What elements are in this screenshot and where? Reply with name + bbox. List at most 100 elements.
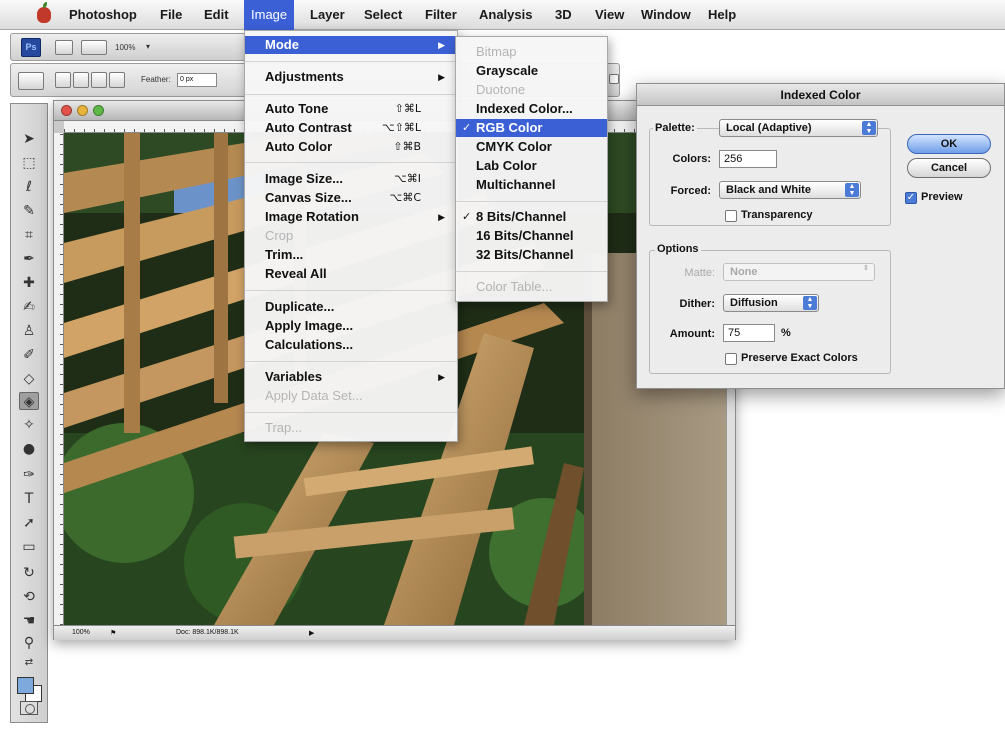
3d-orbit-tool-icon[interactable]: ⟲: [19, 588, 39, 606]
menu-item-16-bits[interactable]: 16 Bits/Channel: [456, 227, 607, 245]
amount-field[interactable]: 75: [723, 324, 775, 342]
menu-item-variables[interactable]: Variables ▶: [245, 368, 457, 386]
history-brush-tool-icon[interactable]: ✐: [19, 346, 39, 364]
eraser-tool-icon[interactable]: ◇: [19, 370, 39, 388]
view-extras-button[interactable]: [81, 40, 107, 55]
chevron-down-icon: ▾: [146, 42, 151, 51]
pen-tool-icon[interactable]: ✑: [19, 466, 39, 484]
subtract-selection-icon[interactable]: [91, 72, 107, 88]
swap-colors-icon[interactable]: ⇄: [19, 654, 39, 672]
menu-item-multichannel[interactable]: Multichannel: [456, 176, 607, 194]
transparency-checkbox[interactable]: [725, 210, 737, 222]
photoshop-logo-icon: Ps: [21, 38, 41, 57]
menu-item-auto-tone[interactable]: Auto Tone ⇧⌘L: [245, 100, 457, 118]
menu-item-mode[interactable]: Mode ▶: [245, 36, 457, 54]
menu-layer[interactable]: Layer: [303, 0, 352, 30]
menu-item-trim[interactable]: Trim...: [245, 246, 457, 264]
eyedropper-tool-icon[interactable]: ✒: [19, 250, 39, 268]
gradient-tool-icon[interactable]: ◈: [19, 392, 39, 410]
blur-tool-icon[interactable]: ✧: [19, 416, 39, 434]
3d-rotate-tool-icon[interactable]: ↻: [19, 564, 39, 582]
menu-item-image-size[interactable]: Image Size... ⌥⌘I: [245, 170, 457, 188]
menu-item-32-bits[interactable]: 32 Bits/Channel: [456, 246, 607, 264]
status-menu-arrow-icon[interactable]: ▶: [309, 629, 314, 637]
menu-item-cmyk-color[interactable]: CMYK Color: [456, 138, 607, 156]
shape-tool-icon[interactable]: ▭: [19, 538, 39, 556]
menu-item-rgb-color[interactable]: ✓ RGB Color: [456, 119, 607, 137]
quick-mask-icon[interactable]: [20, 701, 38, 715]
menu-item-canvas-size[interactable]: Canvas Size... ⌥⌘C: [245, 189, 457, 207]
menu-photoshop[interactable]: Photoshop: [62, 0, 144, 30]
zoom-level-select[interactable]: 100%: [115, 43, 135, 52]
menu-image[interactable]: Image: [244, 0, 295, 30]
menu-item-lab-color[interactable]: Lab Color: [456, 157, 607, 175]
menu-separator: [245, 94, 457, 95]
checkmark-icon: ✓: [462, 211, 472, 223]
matte-label: Matte:: [684, 267, 715, 279]
path-selection-tool-icon[interactable]: ➚: [19, 514, 39, 532]
feather-label: Feather:: [141, 75, 171, 84]
dodge-tool-icon[interactable]: ●: [19, 440, 39, 458]
palette-select[interactable]: Local (Adaptive) ▲ ▼: [719, 119, 878, 137]
menu-item-auto-contrast[interactable]: Auto Contrast ⌥⇧⌘L: [245, 119, 457, 137]
menu-edit[interactable]: Edit: [197, 0, 236, 30]
crop-tool-icon[interactable]: ⌗: [19, 226, 39, 244]
menu-item-trap: Trap...: [265, 420, 303, 435]
menu-analysis[interactable]: Analysis: [472, 0, 539, 30]
menu-item-grayscale[interactable]: Grayscale: [456, 62, 607, 80]
intersect-selection-icon[interactable]: [109, 72, 125, 88]
amount-unit: %: [781, 327, 791, 339]
apple-icon[interactable]: [37, 2, 51, 23]
menu-window[interactable]: Window: [634, 0, 698, 30]
clone-stamp-tool-icon[interactable]: ♙: [19, 322, 39, 340]
lasso-tool-icon[interactable]: ℓ: [19, 178, 39, 196]
vertical-ruler[interactable]: [54, 133, 64, 625]
cancel-button[interactable]: Cancel: [907, 158, 991, 178]
anti-alias-checkbox[interactable]: [609, 74, 619, 84]
menu-item-adjustments[interactable]: Adjustments ▶: [245, 68, 457, 86]
preview-checkbox[interactable]: ✓: [905, 192, 917, 204]
foreground-color-swatch[interactable]: [17, 677, 34, 694]
zoom-window-icon[interactable]: [93, 105, 104, 116]
forced-label: Forced:: [670, 185, 711, 197]
menu-item-auto-color[interactable]: Auto Color ⇧⌘B: [245, 138, 457, 156]
ok-button[interactable]: OK: [907, 134, 991, 154]
document-zoom-level[interactable]: 100%: [72, 629, 90, 636]
menu-item-apply-image[interactable]: Apply Image...: [245, 317, 457, 335]
colors-field[interactable]: 256: [719, 150, 777, 168]
quick-selection-tool-icon[interactable]: ✎: [19, 202, 39, 220]
menu-item-image-rotation[interactable]: Image Rotation ▶: [245, 208, 457, 226]
menu-item-indexed-color[interactable]: Indexed Color...: [456, 100, 607, 118]
stepper-icon: ▲ ▼: [803, 296, 817, 310]
menu-item-duplicate[interactable]: Duplicate...: [245, 298, 457, 316]
new-selection-icon[interactable]: [55, 72, 71, 88]
menu-item-8-bits[interactable]: ✓ 8 Bits/Channel: [456, 208, 607, 226]
menu-filter[interactable]: Filter: [418, 0, 464, 30]
brush-tool-icon[interactable]: ✍: [19, 298, 39, 316]
menu-3d[interactable]: 3D: [548, 0, 579, 30]
menu-item-calculations[interactable]: Calculations...: [245, 336, 457, 354]
status-icon[interactable]: ⚑: [110, 629, 116, 637]
bridge-button[interactable]: [55, 40, 73, 55]
feather-field[interactable]: 0 px: [177, 73, 217, 87]
menu-separator: [245, 162, 457, 163]
tool-preset-picker[interactable]: [18, 72, 44, 90]
dither-select[interactable]: Diffusion ▲ ▼: [723, 294, 819, 312]
move-tool-icon[interactable]: ➤: [19, 130, 39, 148]
type-tool-icon[interactable]: T: [19, 490, 39, 508]
minimize-window-icon[interactable]: [77, 105, 88, 116]
healing-brush-tool-icon[interactable]: ✚: [19, 274, 39, 292]
zoom-tool-icon[interactable]: ⚲: [19, 634, 39, 652]
menu-view[interactable]: View: [588, 0, 631, 30]
menu-item-reveal-all[interactable]: Reveal All: [245, 265, 457, 283]
hand-tool-icon[interactable]: ☚: [19, 612, 39, 630]
menu-file[interactable]: File: [153, 0, 189, 30]
add-selection-icon[interactable]: [73, 72, 89, 88]
menu-help[interactable]: Help: [701, 0, 743, 30]
menu-select[interactable]: Select: [357, 0, 409, 30]
mode-submenu: Bitmap Grayscale Duotone Indexed Color..…: [455, 36, 608, 302]
preserve-exact-colors-checkbox[interactable]: [725, 353, 737, 365]
close-window-icon[interactable]: [61, 105, 72, 116]
marquee-tool-icon[interactable]: ⬚: [19, 154, 39, 172]
forced-select[interactable]: Black and White ▲ ▼: [719, 181, 861, 199]
